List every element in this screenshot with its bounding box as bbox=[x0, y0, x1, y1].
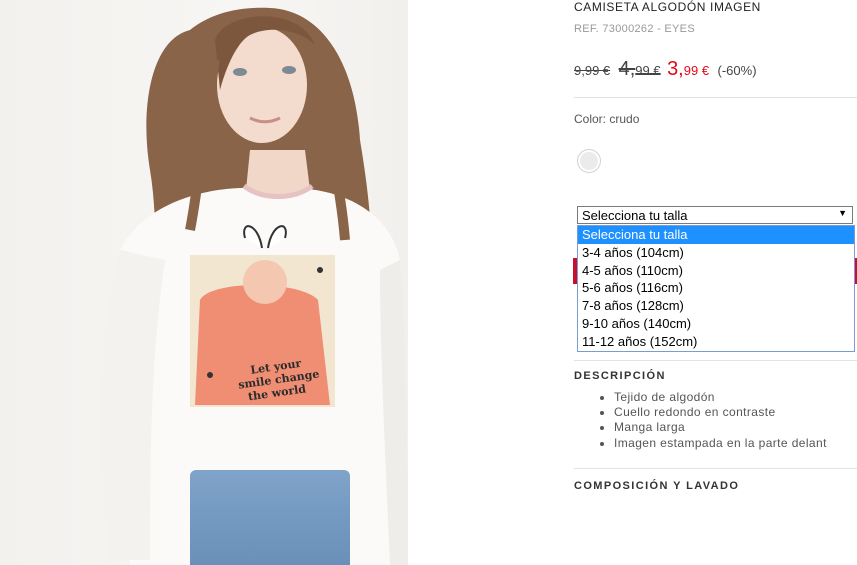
description-item: Manga larga bbox=[614, 420, 857, 435]
previous-price-int: 4, bbox=[618, 58, 636, 80]
description-title[interactable]: DESCRIPCIÓN bbox=[574, 370, 666, 382]
size-option[interactable]: 9-10 años (140cm) bbox=[578, 315, 854, 333]
size-select[interactable]: Selecciona tu talla ▼ bbox=[577, 206, 853, 224]
price-block: 9,99 € 4,99 € 3,99 € (-60%) bbox=[574, 58, 757, 81]
jeans bbox=[190, 470, 350, 565]
size-option[interactable]: 4-5 años (110cm) bbox=[578, 262, 854, 280]
size-option[interactable]: 3-4 años (104cm) bbox=[578, 244, 854, 262]
size-option[interactable]: 7-8 años (128cm) bbox=[578, 297, 854, 315]
description-item: Tejido de algodón bbox=[614, 390, 857, 405]
size-select-value: Selecciona tu talla bbox=[582, 208, 688, 223]
description-list: Tejido de algodón Cuello redondo en cont… bbox=[574, 390, 857, 451]
color-swatch-crudo[interactable] bbox=[577, 149, 601, 173]
product-image: Let your smile change the world bbox=[0, 0, 408, 565]
composition-title[interactable]: COMPOSICIÓN Y LAVADO bbox=[574, 480, 739, 492]
size-option[interactable]: 5-6 años (116cm) bbox=[578, 279, 854, 297]
size-option[interactable]: 11-12 años (152cm) bbox=[578, 333, 854, 351]
size-option[interactable]: Selecciona tu talla bbox=[578, 226, 854, 244]
discount-badge: (-60%) bbox=[717, 63, 757, 78]
current-price-dec: 99 € bbox=[683, 63, 710, 78]
previous-price: 4,99 € bbox=[619, 58, 661, 80]
size-dropdown-list: Selecciona tu talla 3-4 años (104cm) 4-5… bbox=[577, 225, 855, 352]
product-reference: REF. 73000262 - EYES bbox=[574, 23, 695, 35]
description-item: Cuello redondo en contraste bbox=[614, 405, 857, 420]
current-price-int: 3, bbox=[667, 58, 684, 80]
color-label: Color: crudo bbox=[574, 112, 640, 126]
current-price: 3,99 € bbox=[667, 58, 709, 80]
description-item: Imagen estampada en la parte delant bbox=[614, 436, 857, 451]
product-title: CAMISETA ALGODÓN IMAGEN bbox=[574, 0, 761, 14]
divider bbox=[574, 360, 857, 361]
original-price: 9,99 € bbox=[574, 63, 611, 78]
previous-price-dec: 99 € bbox=[635, 63, 661, 78]
divider bbox=[574, 97, 857, 98]
chevron-down-icon: ▼ bbox=[838, 208, 847, 218]
divider bbox=[574, 468, 857, 469]
